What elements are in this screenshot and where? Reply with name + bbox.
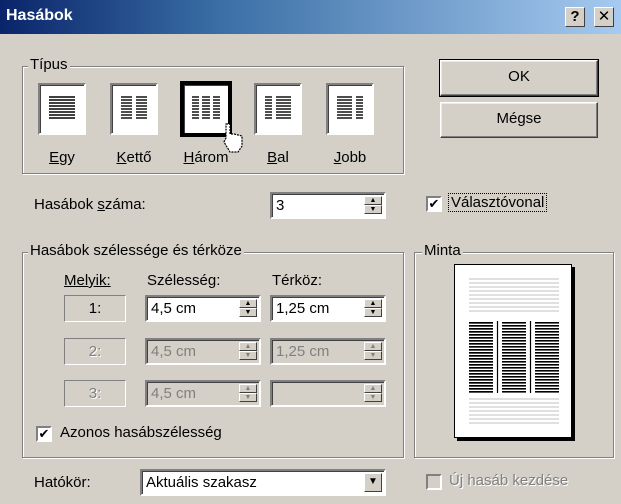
spin-down-icon[interactable]: ▼ <box>239 308 257 317</box>
apply-to-label: Hatókör: <box>34 474 91 491</box>
spacing-value-1: 1,25 cm <box>276 300 330 317</box>
row-index: 2: <box>64 338 126 365</box>
one-column-icon <box>49 96 75 119</box>
width-spinner-2[interactable]: ▲ ▼ <box>239 342 257 361</box>
spacing-spinner-3[interactable]: ▲ ▼ <box>364 384 382 403</box>
two-columns-icon <box>121 96 147 119</box>
spin-up-icon[interactable]: ▲ <box>239 299 257 308</box>
apply-to-select[interactable]: Aktuális szakasz ▼ <box>140 469 386 496</box>
row-index: 1: <box>64 295 126 322</box>
columns-count-value: 3 <box>276 197 285 214</box>
chevron-down-icon[interactable]: ▼ <box>364 473 382 492</box>
spin-down-icon[interactable]: ▼ <box>239 393 257 402</box>
width-spinner-1[interactable]: ▲ ▼ <box>239 299 257 318</box>
equal-width-checkbox[interactable]: ✔ <box>36 426 52 442</box>
width-value-1: 4,5 cm <box>151 300 197 317</box>
spin-up-icon[interactable]: ▲ <box>239 384 257 393</box>
equal-width-label: Azonos hasábszélesség <box>60 424 222 441</box>
separator-label: Választóvonal <box>447 193 548 212</box>
preset-legend: Típus <box>28 56 70 74</box>
width-input-3[interactable]: 4,5 cm ▲ ▼ <box>145 380 261 407</box>
header-spacing: Térköz: <box>272 272 323 289</box>
cancel-button[interactable]: Mégse <box>440 102 598 138</box>
new-column-label: Új hasáb kezdése <box>449 472 569 489</box>
width-spinner-3[interactable]: ▲ ▼ <box>239 384 257 403</box>
title-bar[interactable]: Hasábok ? ✕ <box>0 0 621 34</box>
spin-down-icon[interactable]: ▼ <box>364 351 382 360</box>
row-index: 3: <box>64 380 126 407</box>
columns-count-spinner[interactable]: ▲ ▼ <box>364 196 382 215</box>
right-column-icon <box>337 96 363 119</box>
preset-left[interactable] <box>254 83 302 135</box>
spacing-input-1[interactable]: 1,25 cm ▲ ▼ <box>270 295 386 322</box>
width-input-1[interactable]: 4,5 cm ▲ ▼ <box>145 295 261 322</box>
preset-label-bal: Bal <box>267 149 289 166</box>
header-width: Szélesség: <box>147 272 221 289</box>
preview-legend: Minta <box>422 242 463 260</box>
preset-label-jobb: Jobb <box>333 149 367 166</box>
spin-down-icon[interactable]: ▼ <box>364 308 382 317</box>
header-which: Melyik: <box>64 272 111 289</box>
spacing-spinner-2[interactable]: ▲ ▼ <box>364 342 382 361</box>
width-input-2[interactable]: 4,5 cm ▲ ▼ <box>145 338 261 365</box>
help-button[interactable]: ? <box>565 7 585 27</box>
spacing-input-2[interactable]: 1,25 cm ▲ ▼ <box>270 338 386 365</box>
spin-up-icon[interactable]: ▲ <box>364 384 382 393</box>
spacing-value-2: 1,25 cm <box>276 343 330 360</box>
columns-count-input[interactable]: 3 ▲ ▼ <box>270 192 386 219</box>
dropdown-button[interactable]: ▼ <box>364 473 382 492</box>
preset-label-ketto: Kettő <box>116 149 152 166</box>
spin-up-icon[interactable]: ▲ <box>239 342 257 351</box>
columns-count-label: Hasábok száma: <box>34 196 146 213</box>
ok-button[interactable]: OK <box>439 59 599 97</box>
preset-two-columns[interactable] <box>110 83 158 135</box>
width-value-2: 4,5 cm <box>151 343 197 360</box>
preset-right[interactable] <box>326 83 374 135</box>
new-column-checkbox[interactable] <box>426 474 442 490</box>
apply-to-value: Aktuális szakasz <box>146 474 257 491</box>
spacing-spinner-1[interactable]: ▲ ▼ <box>364 299 382 318</box>
close-button[interactable]: ✕ <box>594 7 614 27</box>
left-column-icon <box>265 96 291 119</box>
preset-label-harom: Három <box>183 149 229 166</box>
preset-one-column[interactable] <box>38 83 86 135</box>
spin-up-icon[interactable]: ▲ <box>364 299 382 308</box>
preset-label-egy: Egy <box>49 149 75 166</box>
spin-down-icon[interactable]: ▼ <box>239 351 257 360</box>
preview-page <box>454 264 572 438</box>
spacing-input-3[interactable]: ▲ ▼ <box>270 380 386 407</box>
spin-down-icon[interactable]: ▼ <box>364 205 382 214</box>
window-title: Hasábok <box>6 7 73 24</box>
separator-checkbox[interactable]: ✔ <box>426 196 442 212</box>
preview-columns-icon <box>469 278 559 424</box>
spin-up-icon[interactable]: ▲ <box>364 342 382 351</box>
width-spacing-legend: Hasábok szélessége és térköze <box>28 242 244 260</box>
spin-up-icon[interactable]: ▲ <box>364 196 382 205</box>
spin-down-icon[interactable]: ▼ <box>364 393 382 402</box>
width-value-3: 4,5 cm <box>151 385 197 402</box>
